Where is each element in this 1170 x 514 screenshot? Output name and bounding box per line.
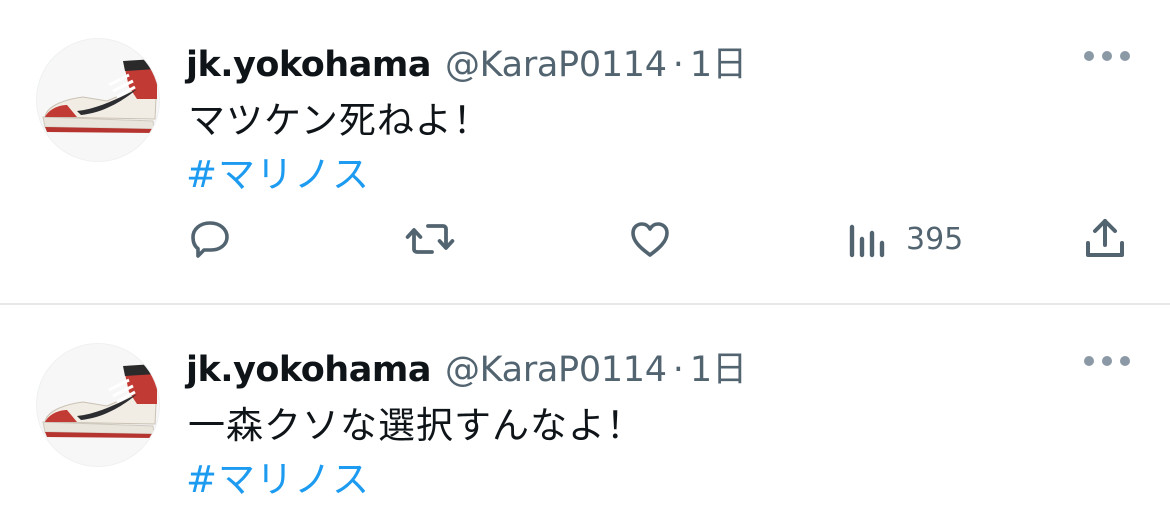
retweet-icon [405,224,455,254]
tweet[interactable]: jk.yokohama @KaraP0114 · 1日 マツケン死ねよ！ #マリ… [0,0,1170,304]
reply-icon [191,221,229,258]
avatar[interactable] [36,38,160,162]
tweet-header: jk.yokohama @KaraP0114 · 1日 [186,341,747,390]
more-options-icon[interactable] [1084,353,1130,369]
view-count: 395 [906,221,964,257]
action-bar: 395 [0,214,1170,264]
user-handle[interactable]: @KaraP0114 [445,350,667,390]
views-button[interactable]: 395 [846,214,963,264]
separator: · [672,350,684,390]
sneaker-icon [42,364,158,438]
separator: · [672,45,684,85]
hashtag-link[interactable]: #マリノス [186,144,370,198]
tweet-text: 一森クソな選択すんなよ！ [188,404,644,447]
display-name[interactable]: jk.yokohama [186,350,431,390]
avatar[interactable] [36,343,160,467]
reply-button[interactable] [186,214,234,264]
share-icon [1086,219,1124,257]
share-button[interactable] [1082,214,1128,264]
like-button[interactable] [626,214,674,264]
hashtag-link[interactable]: #マリノス [186,449,370,503]
timestamp[interactable]: 1日 [690,341,747,392]
display-name[interactable]: jk.yokohama [186,45,431,85]
tweet-text: マツケン死ねよ！ [188,99,491,142]
timestamp[interactable]: 1日 [690,36,747,87]
views-icon [849,224,885,258]
like-icon [631,222,669,257]
more-options-icon[interactable] [1084,48,1130,64]
tweet-feed: jk.yokohama @KaraP0114 · 1日 マツケン死ねよ！ #マリ… [0,0,1170,514]
tweet-header: jk.yokohama @KaraP0114 · 1日 [186,36,747,85]
user-handle[interactable]: @KaraP0114 [445,45,667,85]
retweet-button[interactable] [404,214,456,264]
tweet[interactable]: jk.yokohama @KaraP0114 · 1日 一森クソな選択すんなよ！… [0,305,1170,514]
sneaker-icon [42,59,158,133]
